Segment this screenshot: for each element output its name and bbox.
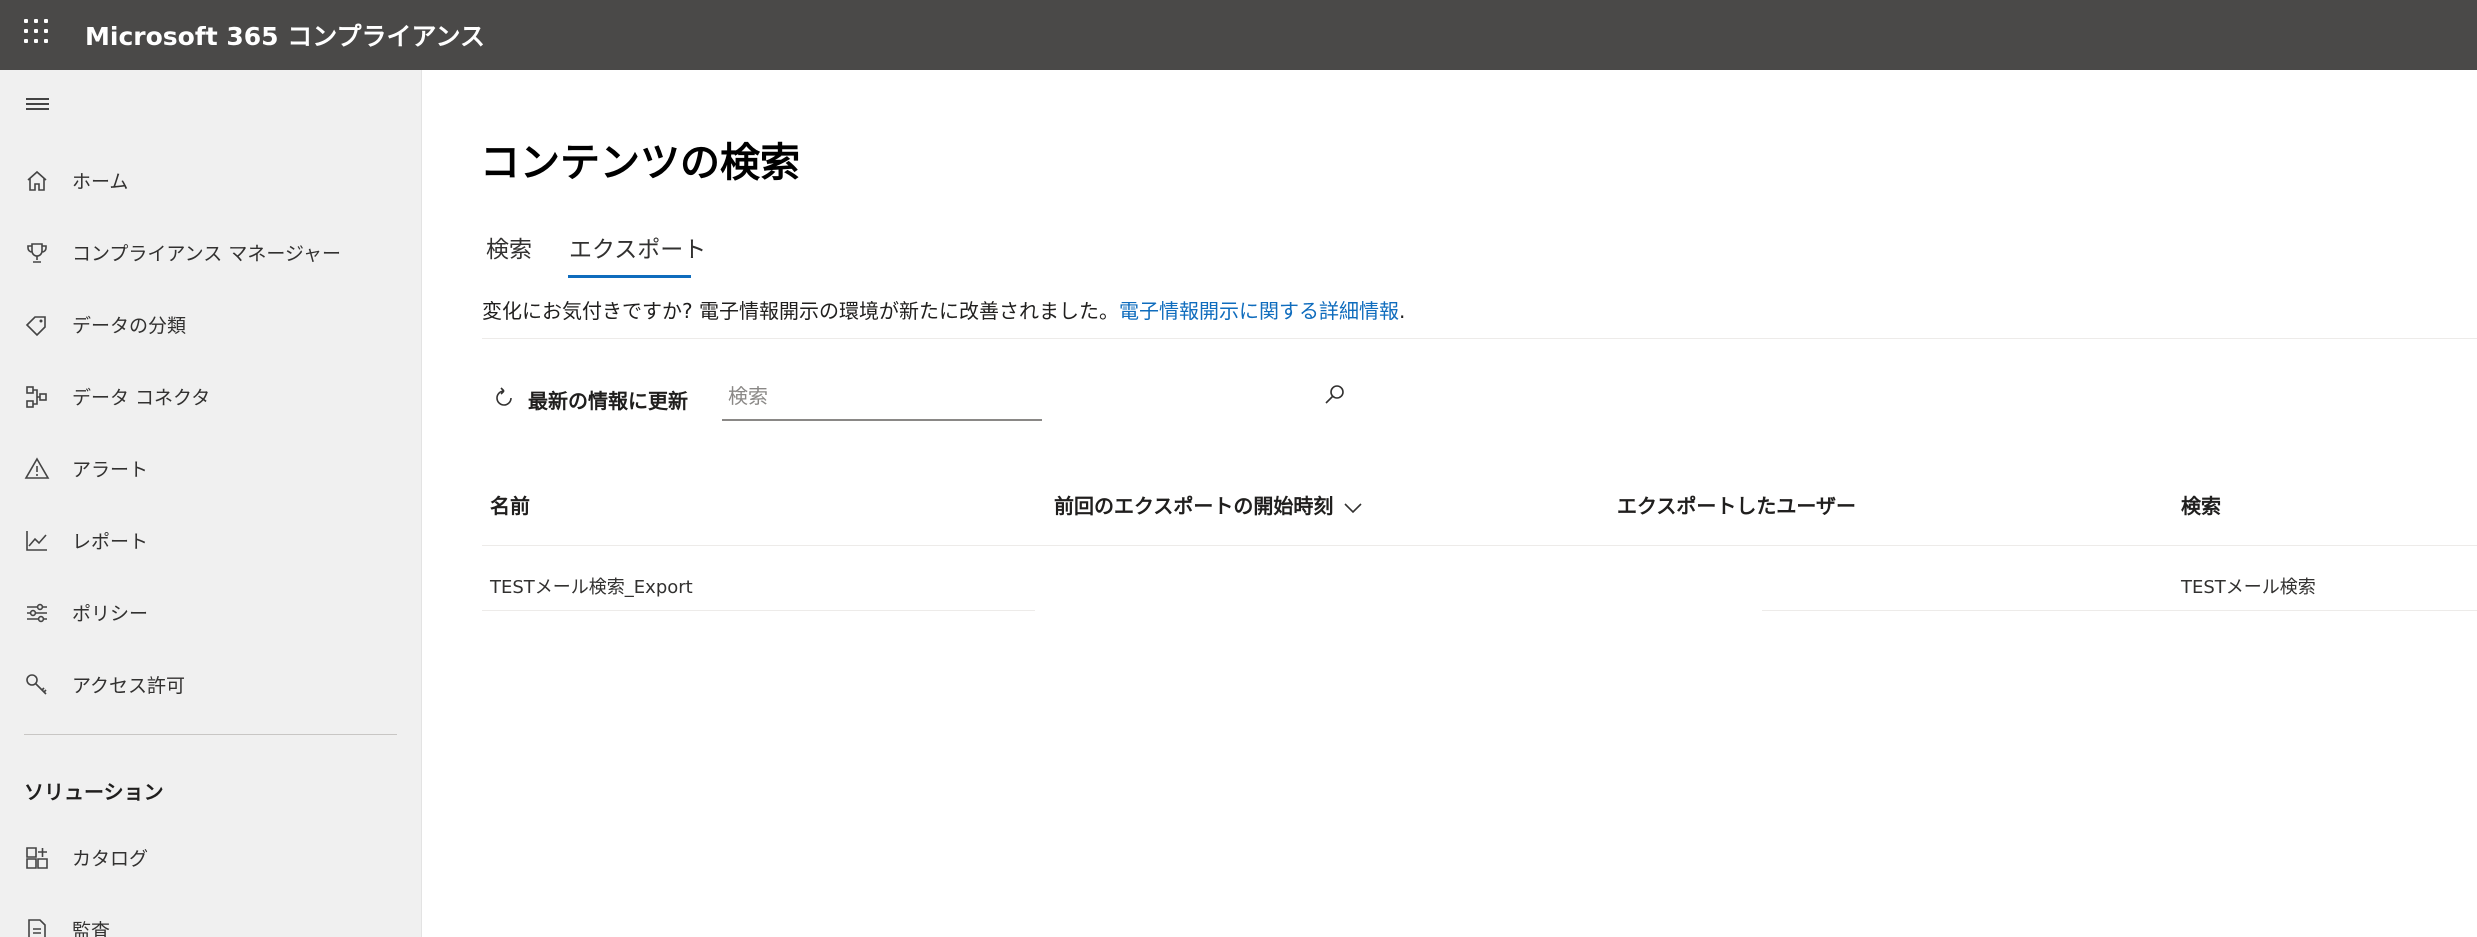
sidebar-item-audit[interactable]: 監査	[0, 900, 421, 937]
column-header-last-export-start[interactable]: 前回のエクスポートの開始時刻	[1054, 490, 1363, 520]
audit-icon	[24, 917, 50, 937]
sidebar-item-label: データ コネクタ	[72, 387, 211, 409]
row-divider	[482, 610, 1035, 611]
sidebar-item-label: カタログ	[72, 848, 149, 870]
divider	[482, 338, 2477, 339]
search-icon[interactable]	[1322, 382, 1348, 408]
sidebar-section-title: ソリューション	[24, 780, 164, 804]
notice-banner: 変化にお気付きですか? 電子情報開示の環境が新たに改善されました。電子情報開示に…	[482, 295, 1405, 324]
home-icon	[24, 168, 50, 194]
sidebar-item-policies[interactable]: ポリシー	[0, 583, 421, 643]
tab-export[interactable]: エクスポート	[569, 230, 706, 264]
sidebar-item-label: ポリシー	[72, 603, 149, 625]
connector-icon	[24, 384, 50, 410]
column-header-name[interactable]: 名前	[490, 490, 530, 519]
page-title: コンテンツの検索	[480, 140, 800, 186]
sidebar-divider	[24, 734, 397, 735]
ediscovery-info-link[interactable]: 電子情報開示に関する詳細情報	[1119, 299, 1399, 323]
column-header-search[interactable]: 検索	[2181, 490, 2221, 519]
search-input[interactable]	[726, 380, 1000, 412]
tab-search[interactable]: 検索	[486, 230, 532, 264]
trophy-icon	[24, 240, 50, 266]
notice-end: .	[1398, 299, 1406, 323]
sliders-icon	[24, 600, 50, 626]
sidebar-item-home[interactable]: ホーム	[0, 151, 421, 211]
chart-line-icon	[24, 528, 50, 554]
sidebar-item-label: アラート	[72, 459, 149, 481]
main-content: コンテンツの検索 検索 エクスポート 変化にお気付きですか? 電子情報開示の環境…	[422, 70, 2477, 937]
sidebar-item-label: データの分類	[72, 315, 187, 337]
sidebar-item-label: 監査	[72, 920, 111, 937]
sidebar-item-reports[interactable]: レポート	[0, 511, 421, 571]
app-title[interactable]: Microsoft 365 コンプライアンス	[85, 17, 485, 53]
key-icon	[24, 672, 50, 698]
hamburger-menu-icon[interactable]	[26, 98, 50, 114]
sidebar: ホーム コンプライアンス マネージャー データの分類 データ コネクタ アラート…	[0, 70, 422, 937]
top-bar: Microsoft 365 コンプライアンス	[0, 0, 2477, 70]
refresh-icon	[496, 387, 512, 406]
column-header-label: 前回のエクスポートの開始時刻	[1054, 494, 1334, 518]
sidebar-item-compliance-manager[interactable]: コンプライアンス マネージャー	[0, 223, 421, 283]
cell-search: TESTメール検索	[2181, 577, 2316, 598]
sidebar-item-data-classification[interactable]: データの分類	[0, 295, 421, 355]
search-box	[722, 372, 1344, 421]
chevron-down-icon	[1343, 496, 1363, 520]
app-launcher-icon[interactable]	[24, 19, 50, 45]
sidebar-item-catalog[interactable]: カタログ	[0, 828, 421, 888]
sidebar-item-permissions[interactable]: アクセス許可	[0, 655, 421, 715]
active-tab-indicator	[568, 275, 691, 278]
table-header-divider	[482, 545, 2477, 546]
column-header-exported-by[interactable]: エクスポートしたユーザー	[1617, 490, 1856, 519]
warning-icon	[24, 456, 50, 482]
catalog-icon	[24, 845, 50, 871]
notice-text: 変化にお気付きですか? 電子情報開示の環境が新たに改善されました。	[482, 299, 1119, 323]
sidebar-item-label: アクセス許可	[72, 675, 186, 697]
sidebar-item-label: ホーム	[72, 171, 129, 193]
sidebar-item-label: コンプライアンス マネージャー	[72, 243, 342, 265]
tag-icon	[24, 312, 50, 338]
cell-name[interactable]: TESTメール検索_Export	[490, 573, 693, 599]
sidebar-item-label: レポート	[72, 531, 149, 553]
sidebar-item-alerts[interactable]: アラート	[0, 439, 421, 499]
sidebar-item-data-connectors[interactable]: データ コネクタ	[0, 367, 421, 427]
refresh-label: 最新の情報に更新	[528, 389, 688, 413]
row-divider	[1762, 610, 2477, 611]
